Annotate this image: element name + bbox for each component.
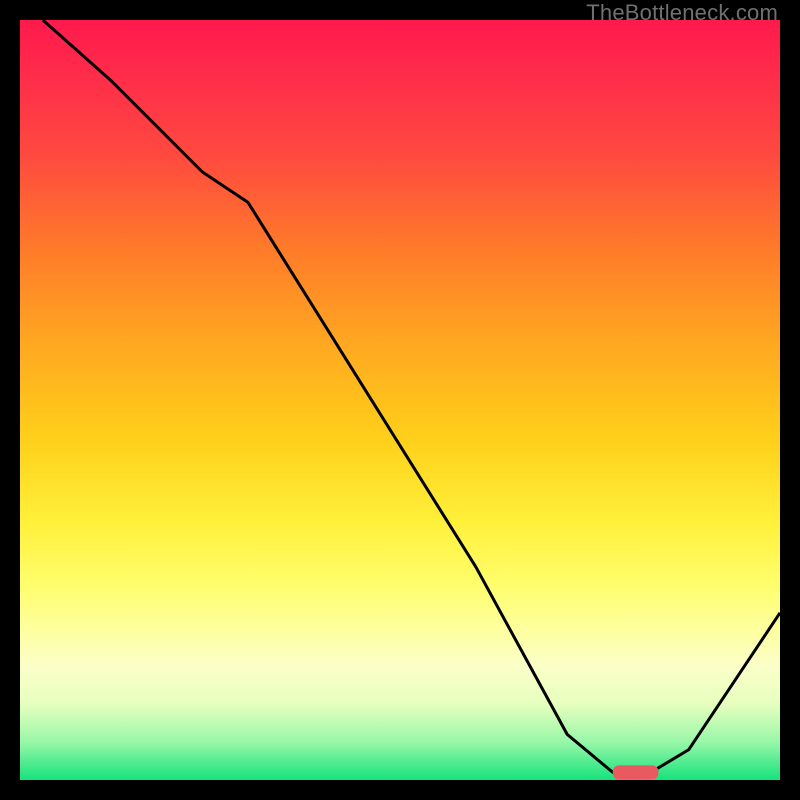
- plot-area: [20, 20, 780, 780]
- bottleneck-curve: [43, 20, 780, 772]
- optimum-marker: [613, 765, 659, 779]
- chart-svg: [20, 20, 780, 780]
- chart-frame: TheBottleneck.com: [0, 0, 800, 800]
